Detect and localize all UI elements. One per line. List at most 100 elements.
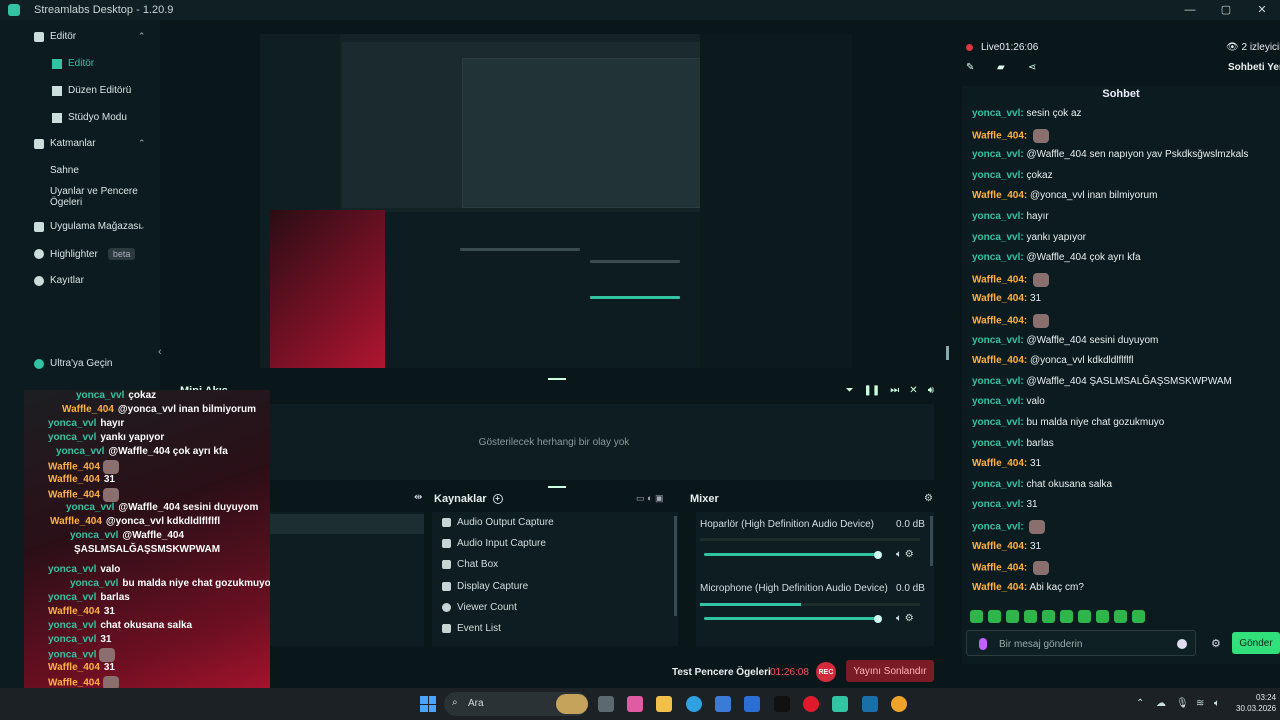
edit-icon[interactable]: ✎ [966,62,977,73]
mute-alerts-icon[interactable]: ✕ [909,385,917,396]
windows-start-icon[interactable] [420,696,436,712]
sources-scrollbar[interactable] [674,516,677,616]
ultra-upgrade-link[interactable]: Ultra'ya Geçin [34,358,113,369]
game-app-icon[interactable] [891,696,907,712]
sidebar-item-recordings[interactable]: Kayıtlar [34,275,84,286]
chat-username[interactable]: Waffle_404: [972,316,1027,327]
chat-username[interactable]: Waffle_404: [972,582,1027,593]
emote-icon[interactable] [1042,610,1055,623]
tray-chevron-icon[interactable]: ⌃ [1136,698,1144,709]
drag-handle[interactable] [548,378,566,380]
emote-icon[interactable] [1096,610,1109,623]
file-explorer-icon[interactable] [656,696,672,712]
record-button[interactable]: REC [816,662,836,682]
search-highlight-icon[interactable] [556,694,588,714]
chat-username[interactable]: yonca_vvl: [972,232,1024,243]
emoji-icon[interactable] [1177,639,1187,649]
widgets-app-icon[interactable] [627,696,643,712]
chat-username[interactable]: Waffle_404: [972,130,1027,141]
tiktok-icon[interactable] [774,696,790,712]
task-view-icon[interactable] [598,696,614,712]
source-item[interactable]: Viewer Count [442,602,517,613]
chat-username[interactable]: yonca_vvl: [972,438,1024,449]
sidebar-item-scene[interactable]: Sahne [50,165,79,176]
chat-username[interactable]: yonca_vvl: [972,396,1024,407]
volume-slider[interactable] [704,617,880,620]
add-source-icon[interactable]: + [492,494,503,504]
tray-mic-icon[interactable]: 🎙︎ [1176,698,1189,709]
chat-username[interactable]: yonca_vvl: [972,335,1024,346]
resize-handle[interactable] [946,346,949,360]
chat-username[interactable]: yonca_vvl: [972,170,1024,181]
emote-icon[interactable] [1060,610,1073,623]
drag-handle[interactable] [548,486,566,488]
microphone-icon[interactable] [979,638,987,650]
volume-slider[interactable] [704,553,880,556]
chat-username[interactable]: yonca_vvl: [972,252,1024,263]
mute-settings-icons[interactable]: 🔈︎ ⚙ [896,549,914,560]
chat-popout-button[interactable]: Sohbeti Yeni [1228,62,1280,73]
stream-info-icon[interactable]: ▰ [997,62,1008,73]
store-app-icon[interactable] [715,696,731,712]
source-item[interactable]: Event List [442,623,501,634]
edge-browser-icon[interactable] [686,696,702,712]
sidebar-item-layout-editor[interactable]: Düzen Editörü [52,85,131,96]
send-button[interactable]: Gönder [1232,632,1280,654]
chat-username[interactable]: yonca_vvl: [972,108,1024,119]
sidebar-section-layers[interactable]: Katmanlar ⌃ [34,138,146,149]
mixer-settings-icon[interactable]: ⚙ [924,493,933,504]
wifi-icon[interactable]: ≋ [1196,698,1204,709]
chat-username[interactable]: Waffle_404: [972,274,1027,285]
steam-icon[interactable] [862,696,878,712]
emote-icon[interactable] [1132,610,1145,623]
chat-username[interactable]: yonca_vvl: [972,149,1024,160]
chat-username[interactable]: Waffle_404: [972,293,1027,304]
chat-username[interactable]: yonca_vvl: [972,417,1024,428]
mail-app-icon[interactable] [744,696,760,712]
chat-username[interactable]: Waffle_404: [972,541,1027,552]
chat-username[interactable]: yonca_vvl: [972,479,1024,490]
sidebar-section-editor[interactable]: Editör ⌃ [34,31,146,42]
taskbar-clock[interactable]: 03:24 30.03.2026 [1236,692,1276,714]
close-button[interactable]: ✕ [1244,0,1280,20]
emote-icon[interactable] [1114,610,1127,623]
chat-username[interactable]: Waffle_404: [972,190,1027,201]
mute-settings-icons[interactable]: 🔈︎ ⚙ [896,613,914,624]
chat-message-input[interactable] [999,636,1169,652]
chat-username[interactable]: Waffle_404: [972,563,1027,574]
source-item[interactable]: Audio Output Capture [442,517,554,528]
sidebar-item-alerts-widgets[interactable]: Uyanlar ve Pencere Ögeleri [50,186,140,208]
share-icon[interactable]: ⋖ [1028,62,1039,73]
chat-username[interactable]: yonca_vvl: [972,376,1024,387]
chat-username[interactable]: yonca_vvl: [972,211,1024,222]
filter-icon[interactable]: ⏷ [846,385,854,396]
source-item[interactable]: Audio Input Capture [442,538,546,549]
chat-username[interactable]: Waffle_404: [972,355,1027,366]
mixer-scrollbar[interactable] [930,516,933,566]
chat-username[interactable]: Waffle_404: [972,458,1027,469]
emote-icon[interactable] [988,610,1001,623]
sidebar-item-highlighter[interactable]: Highlighter beta [34,248,136,260]
minimize-button[interactable]: — [1172,0,1208,20]
maximize-button[interactable]: ▢ [1208,0,1244,20]
volume-tray-icon[interactable]: 🔈︎ [1214,698,1220,709]
source-item[interactable]: Chat Box [442,559,498,570]
sidebar-item-app-store[interactable]: Uygulama Mağazası ⌄ [34,221,146,232]
end-stream-button[interactable]: Yayını Sonlandır [846,660,934,682]
streamlabs-taskbar-icon[interactable] [832,696,848,712]
volume-slider-knob[interactable] [874,551,882,559]
chat-username[interactable]: yonca_vvl: [972,499,1024,510]
chat-settings-icon[interactable]: ⚙ [1211,637,1221,650]
skip-icon[interactable]: ⏭ [890,385,899,396]
emote-icon[interactable] [1078,610,1091,623]
emote-icon[interactable] [1006,610,1019,623]
chat-username[interactable]: yonca_vvl: [972,522,1024,533]
sidebar-item-studio-mode[interactable]: Stüdyo Modu [52,112,127,123]
pause-icon[interactable]: ❚❚ [864,385,881,396]
emote-icon[interactable] [1024,610,1037,623]
volume-slider-knob[interactable] [874,615,882,623]
source-item[interactable]: Display Capture [442,581,528,592]
emote-icon[interactable] [970,610,983,623]
volume-icon[interactable]: 🔊︎ [928,385,934,396]
tray-app-icon[interactable]: ☁ [1156,698,1166,709]
